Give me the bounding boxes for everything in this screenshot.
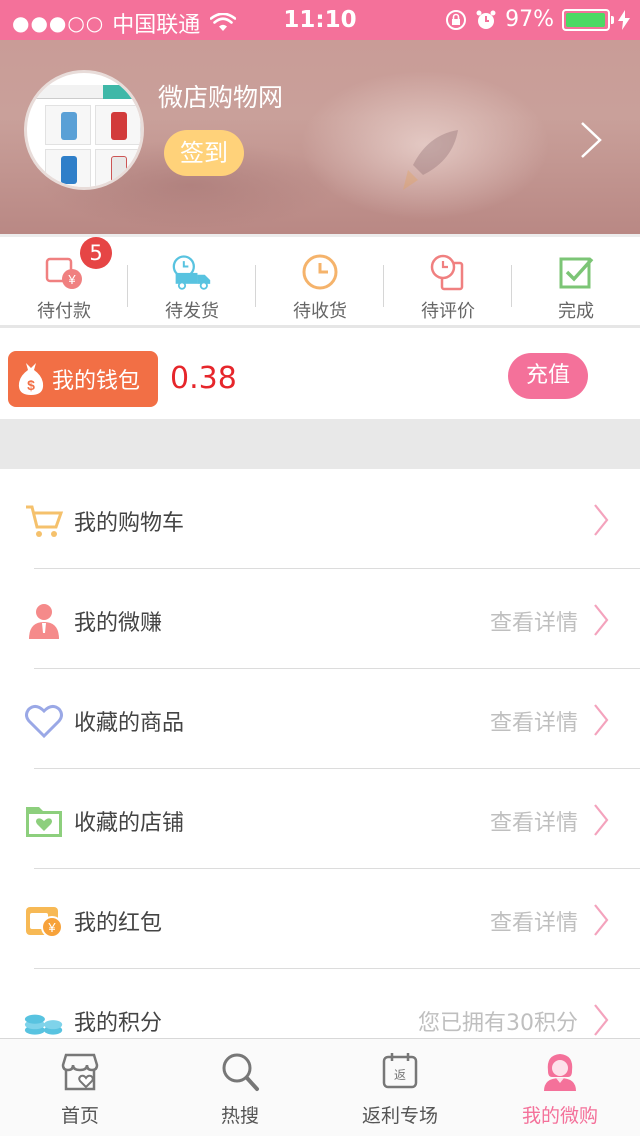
wallet-balance: 0.38 [170, 361, 237, 396]
delivery-truck-icon [172, 255, 211, 290]
heart-icon [25, 704, 63, 739]
order-label: 待收货 [293, 301, 347, 322]
status-bar: ●●●○○ 中国联通 11:10 97% [0, 0, 640, 40]
wallet-yen-icon: ¥ [45, 257, 82, 289]
menu-item-cart[interactable]: 我的购物车 [0, 469, 640, 569]
menu-label: 收藏的店铺 [74, 811, 185, 836]
tab-my-wegou[interactable]: 我的微购 [480, 1039, 640, 1136]
menu-item-micro-earn[interactable]: 我的微赚 查看详情 [0, 569, 640, 669]
order-label: 待评价 [421, 301, 475, 322]
tab-label: 首页 [60, 1105, 99, 1127]
cart-icon [26, 505, 64, 537]
order-pending-shipment[interactable]: 待发货 [128, 237, 256, 325]
menu-item-fav-shops[interactable]: 收藏的店铺 查看详情 [0, 769, 640, 869]
order-label: 待发货 [165, 301, 219, 322]
check-icon [559, 257, 594, 289]
order-label: 完成 [558, 301, 594, 322]
battery-percent: 97% [505, 7, 554, 32]
tab-bar: 首页 热搜 返 返利专场 我的微购 [0, 1038, 640, 1136]
tab-home[interactable]: 首页 [0, 1039, 160, 1136]
menu-label: 我的红包 [74, 911, 163, 936]
tab-label: 返利专场 [361, 1105, 438, 1127]
menu-label: 收藏的商品 [74, 711, 185, 736]
person-icon [29, 604, 59, 639]
order-status-bar: ¥ 5 待付款 待发货 待收货 待评价 完成 [0, 234, 640, 328]
order-label: 待付款 [37, 301, 91, 322]
tab-hot-search[interactable]: 热搜 [160, 1039, 320, 1136]
chevron-right-icon [594, 704, 609, 736]
svg-text:¥: ¥ [47, 920, 56, 935]
avatar[interactable] [24, 70, 144, 190]
tab-rebate[interactable]: 返 返利专场 [320, 1039, 480, 1136]
order-completed[interactable]: 完成 [512, 237, 640, 325]
profile-header[interactable]: 微店购物网 签到 [0, 40, 640, 234]
profile-name: 微店购物网 [158, 83, 284, 112]
folder-heart-icon [26, 807, 62, 837]
wallet-label: 我的钱包 [52, 369, 141, 394]
menu-label: 我的积分 [74, 1011, 163, 1036]
chevron-right-icon [594, 504, 609, 536]
review-clock-icon [430, 254, 464, 291]
menu-list: 我的购物车 我的微赚 查看详情 收藏的商品 查看详情 收藏的店铺 查看详情 ¥ … [0, 469, 640, 1069]
wallet-row: $ 我的钱包 0.38 充值 [0, 331, 640, 419]
menu-value: 查看详情 [489, 611, 578, 636]
user-girl-icon [544, 1054, 576, 1091]
menu-value: 查看详情 [489, 711, 578, 736]
chevron-right-icon [594, 604, 609, 636]
money-bag-icon: $ [18, 363, 44, 395]
menu-label: 我的购物车 [74, 511, 185, 536]
rebate-calendar-icon: 返 [382, 1053, 418, 1089]
chevron-right-icon [594, 804, 609, 836]
svg-text:$: $ [27, 377, 35, 393]
menu-value: 您已拥有30积分 [418, 1011, 578, 1036]
svg-text:返: 返 [394, 1068, 406, 1082]
recharge-button[interactable]: 充值 [508, 353, 588, 399]
tab-label: 热搜 [220, 1105, 259, 1127]
rotation-lock-icon [446, 9, 467, 30]
chevron-right-icon [594, 1004, 609, 1036]
coins-icon [24, 1014, 63, 1035]
menu-item-red-packet[interactable]: ¥ 我的红包 查看详情 [0, 869, 640, 969]
signin-button[interactable]: 签到 [164, 130, 244, 176]
svg-text:¥: ¥ [67, 272, 76, 287]
battery-icon [562, 8, 614, 31]
order-pending-receipt[interactable]: 待收货 [256, 237, 384, 325]
rocket-icon [403, 130, 458, 190]
chevron-right-icon[interactable] [578, 120, 604, 160]
order-pending-review[interactable]: 待评价 [384, 237, 512, 325]
wallet-tag[interactable]: $ 我的钱包 [8, 351, 158, 407]
pending-payment-badge: 5 [80, 237, 112, 269]
alarm-icon [476, 10, 496, 29]
clock-icon [302, 254, 338, 290]
red-packet-icon: ¥ [26, 907, 63, 938]
shop-heart-icon [61, 1053, 99, 1091]
section-divider [0, 419, 640, 469]
menu-label: 我的微赚 [74, 611, 163, 636]
tab-label: 我的微购 [521, 1105, 598, 1127]
menu-value: 查看详情 [489, 911, 578, 936]
chevron-right-icon [594, 904, 609, 936]
order-pending-payment[interactable]: ¥ 5 待付款 [0, 237, 128, 325]
menu-item-fav-goods[interactable]: 收藏的商品 查看详情 [0, 669, 640, 769]
search-icon [222, 1053, 259, 1091]
charging-icon [618, 9, 630, 30]
menu-value: 查看详情 [489, 811, 578, 836]
